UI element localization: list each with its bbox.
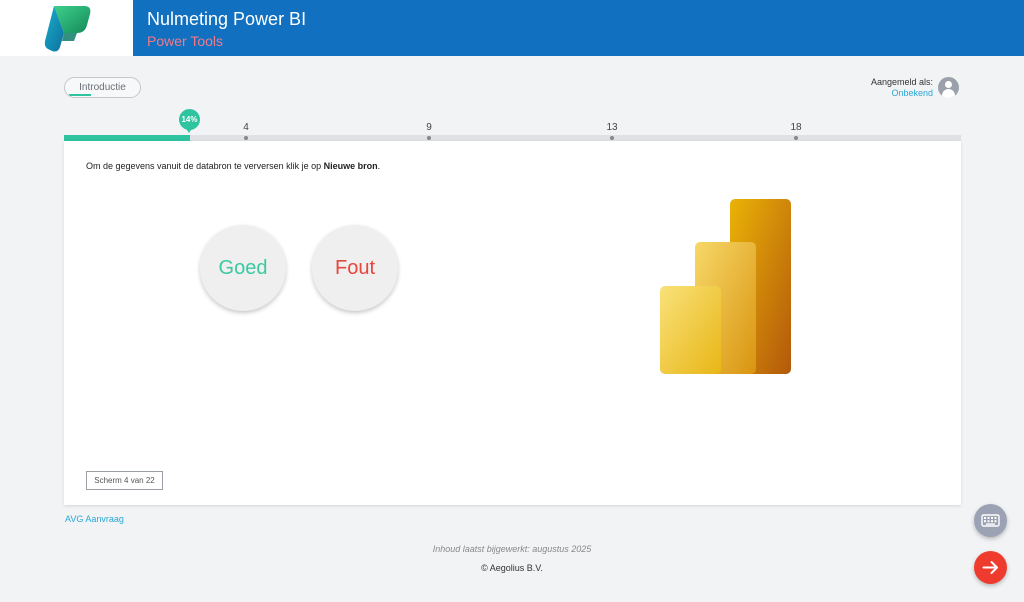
- progress-tick-dot: [244, 136, 248, 140]
- login-user-link[interactable]: Onbekend: [891, 88, 933, 98]
- power-bi-logo-icon: [660, 199, 791, 374]
- next-button[interactable]: [974, 551, 1007, 584]
- keyboard-button[interactable]: [974, 504, 1007, 537]
- logo-container: [0, 0, 133, 56]
- question-card: Om de gegevens vanuit de databron te ver…: [64, 141, 961, 505]
- avg-request-link[interactable]: AVG Aanvraag: [65, 514, 124, 524]
- progress-tick-label: 18: [790, 122, 802, 133]
- question-text: Om de gegevens vanuit de databron te ver…: [86, 161, 381, 171]
- intro-tab-label: Introductie: [79, 82, 126, 93]
- avatar-body-shape: [942, 89, 955, 98]
- answer-wrong-button[interactable]: Fout: [312, 225, 398, 311]
- app-header: Nulmeting Power BI Power Tools: [0, 0, 1024, 56]
- progress-badge: 14%: [179, 109, 200, 133]
- answer-correct-button[interactable]: Goed: [200, 225, 286, 311]
- progress-tick-label: 13: [606, 122, 618, 133]
- progress-tick-label: 4: [243, 122, 249, 133]
- user-avatar-icon[interactable]: [938, 77, 959, 98]
- power-tools-logo-icon: [44, 6, 91, 52]
- progress-tick-dot: [610, 136, 614, 140]
- copyright-text: © Aegolius B.V.: [481, 563, 543, 573]
- keyboard-icon: [981, 514, 1000, 527]
- question-keyword: Nieuwe bron: [323, 161, 378, 171]
- intro-tab[interactable]: Introductie: [64, 77, 141, 98]
- app-title: Nulmeting Power BI: [147, 9, 307, 29]
- last-updated-text: Inhoud laatst bijgewerkt: augustus 2025: [432, 544, 592, 554]
- intro-tab-indicator: [69, 94, 91, 96]
- arrow-right-icon: [982, 561, 998, 574]
- avatar-head-shape: [945, 81, 952, 88]
- app-subtitle: Power Tools: [147, 33, 224, 49]
- login-label: Aangemeld als:: [870, 77, 933, 87]
- progress-tick-dot: [427, 136, 431, 140]
- screen-counter: Scherm 4 van 22: [86, 471, 163, 490]
- progress-tick-label: 9: [426, 122, 432, 133]
- progress-tick-dot: [794, 136, 798, 140]
